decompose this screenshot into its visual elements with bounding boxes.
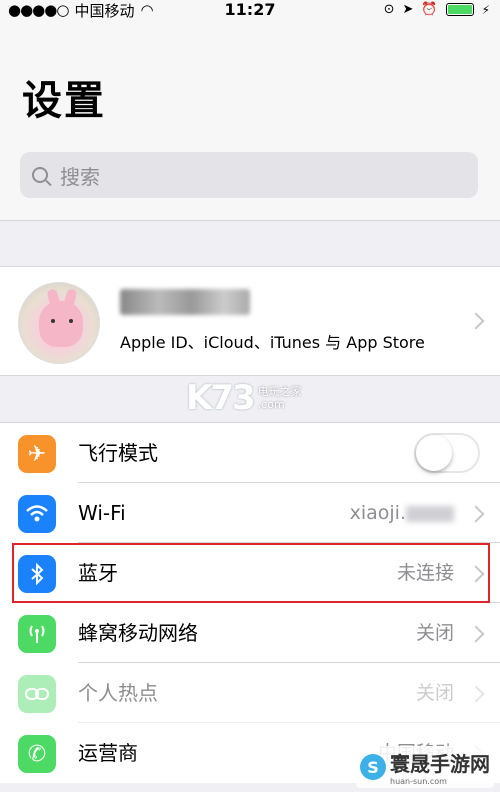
chevron-right-icon xyxy=(467,505,485,523)
apple-id-row[interactable]: Apple ID、iCloud、iTunes 与 App Store xyxy=(0,266,500,376)
battery-icon xyxy=(445,3,474,16)
settings-row-hotspot[interactable]: 个人热点 关闭 xyxy=(0,663,500,723)
cellular-status-value: 关闭 xyxy=(415,622,454,644)
airplane-icon: ✈ xyxy=(18,435,56,473)
avatar xyxy=(18,282,100,364)
profile-name-blurred xyxy=(120,289,250,315)
wifi-icon xyxy=(18,495,56,533)
divider xyxy=(0,220,500,221)
bluetooth-status-value: 未连接 xyxy=(396,562,454,584)
search-icon xyxy=(32,167,48,183)
page-header: 设置 搜索 xyxy=(0,20,500,220)
bunny-eye xyxy=(51,319,55,323)
row-label: 个人热点 xyxy=(78,681,158,705)
k73-watermark: K73 电玩之家 .com xyxy=(186,378,302,418)
bunny-eye xyxy=(69,319,73,323)
chevron-right-icon xyxy=(467,565,485,583)
page-title: 设置 xyxy=(22,78,106,124)
wifi-network-value: xiaoji. xyxy=(350,483,454,543)
site-url: huan-sun.com xyxy=(390,777,447,786)
bluetooth-icon xyxy=(18,555,56,593)
chevron-right-icon xyxy=(467,312,485,330)
row-label: 运营商 xyxy=(78,741,138,765)
site-watermark: S 寰晟手游网 huan-sun.com xyxy=(356,746,494,788)
phone-icon: ✆ xyxy=(18,735,56,773)
settings-row-bluetooth[interactable]: 蓝牙 未连接 xyxy=(0,543,500,603)
k73-sub: .com xyxy=(257,398,285,411)
k73-text: 电玩之家 xyxy=(257,385,302,398)
cellular-icon xyxy=(18,615,56,653)
search-input[interactable]: 搜索 xyxy=(20,152,478,198)
location-icon: ➤ xyxy=(402,2,414,17)
charging-icon: ⚡ xyxy=(481,2,490,17)
row-label: Wi-Fi xyxy=(78,501,126,525)
site-name: 寰晟手游网 xyxy=(390,752,490,776)
row-label: 蜂窝移动网络 xyxy=(78,621,198,645)
settings-row-airplane[interactable]: ✈ 飞行模式 xyxy=(0,423,500,483)
status-icons: ⊙ ➤ ⏰ ⚡ xyxy=(384,2,490,17)
chevron-right-icon xyxy=(467,625,485,643)
settings-row-wifi[interactable]: Wi-Fi xiaoji. xyxy=(0,483,500,543)
profile-subtitle: Apple ID、iCloud、iTunes 与 App Store xyxy=(120,333,425,352)
airplane-toggle[interactable] xyxy=(414,433,480,473)
site-logo: S xyxy=(360,754,386,780)
bunny-illustration xyxy=(39,301,83,347)
hotspot-status-value: 关闭 xyxy=(415,682,454,704)
k73-logo: K73 xyxy=(186,378,256,418)
search-placeholder: 搜索 xyxy=(60,164,100,189)
orientation-lock-icon: ⊙ xyxy=(383,2,395,17)
row-label: 飞行模式 xyxy=(78,441,158,465)
settings-list: ✈ 飞行模式 Wi-Fi xiaoji. 蓝牙 未连接 蜂窝移动网络 关闭 个人… xyxy=(0,422,500,783)
toggle-knob xyxy=(416,435,452,471)
chevron-right-icon xyxy=(467,685,485,703)
alarm-icon: ⏰ xyxy=(421,2,438,17)
settings-row-cellular[interactable]: 蜂窝移动网络 关闭 xyxy=(0,603,500,663)
row-label: 蓝牙 xyxy=(78,561,118,585)
hotspot-icon xyxy=(18,675,56,713)
